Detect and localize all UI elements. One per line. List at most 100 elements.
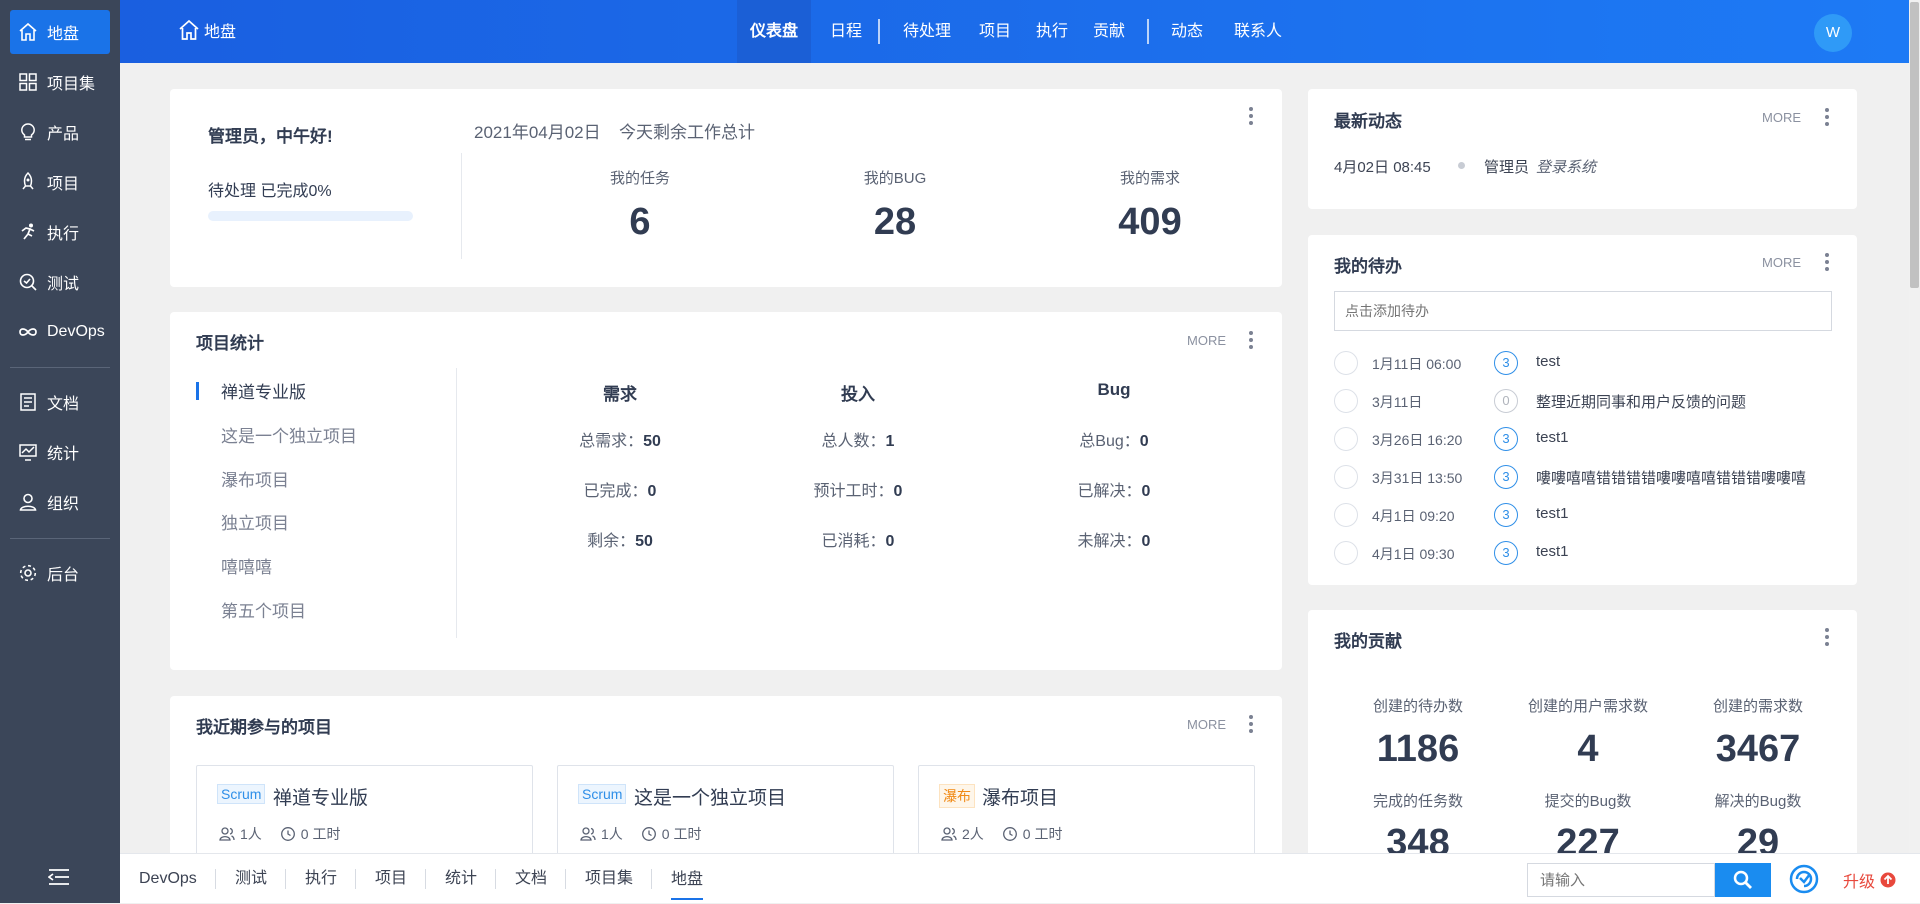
panel-menu-icon[interactable] [1824, 251, 1830, 273]
my-bugs-count[interactable]: 28 [825, 201, 965, 244]
taskbar-separator [355, 869, 356, 889]
project-list-item[interactable]: 瀑布项目 [221, 466, 289, 491]
recent-projects-more-link[interactable]: MORE [1187, 717, 1226, 732]
stat-label: 总Bug： [1079, 433, 1140, 450]
todo-date: 4月1日 09:30 [1372, 546, 1455, 562]
sidebar-item-execution[interactable]: 执行 [10, 210, 110, 254]
todo-date: 4月1日 09:20 [1372, 508, 1455, 524]
divider [456, 368, 457, 638]
nav-todo[interactable]: 待处理 [896, 0, 958, 63]
todo-text[interactable]: test1 [1536, 543, 1569, 560]
todo-checkbox[interactable] [1334, 427, 1358, 451]
sidebar-item-dashboard[interactable]: 地盘 [10, 10, 110, 54]
sidebar-item-program[interactable]: 项目集 [10, 60, 110, 104]
panel-menu-icon[interactable] [1824, 626, 1830, 648]
sidebar-item-doc[interactable]: 文档 [10, 380, 110, 424]
panel-menu-icon[interactable] [1248, 329, 1254, 351]
contrib-label: 完成的任务数 [1372, 793, 1463, 810]
project-list-item[interactable]: 这是一个独立项目 [221, 422, 357, 447]
collapse-menu-icon[interactable] [47, 868, 70, 886]
activity-title: 最新动态 [1334, 112, 1402, 131]
add-todo-input[interactable] [1334, 291, 1832, 331]
app-switch-icon[interactable] [1789, 864, 1819, 894]
search-input[interactable] [1527, 863, 1715, 897]
stat-value: 50 [643, 433, 661, 450]
home-icon [19, 22, 37, 41]
sidebar-divider [10, 367, 110, 368]
sidebar-item-label: 组织 [47, 496, 80, 513]
my-stories-count[interactable]: 409 [1080, 201, 1220, 244]
nav-dynamic[interactable]: 动态 [1165, 0, 1209, 63]
page-scrollbar-thumb[interactable] [1910, 2, 1919, 288]
project-list-item[interactable]: 第五个项目 [221, 597, 306, 622]
nav-contribution[interactable]: 贡献 [1087, 0, 1131, 63]
sidebar-item-label: 后台 [47, 567, 80, 584]
taskbar-separator [565, 869, 566, 889]
project-card[interactable]: Scrum 禅道专业版 1人 0 工时 [196, 765, 533, 860]
nav-project[interactable]: 项目 [973, 0, 1017, 63]
stat-total-stories: 总需求：50 [520, 427, 720, 451]
taskbar-item-doc[interactable]: 文档 [515, 854, 547, 904]
panel-menu-icon[interactable] [1248, 105, 1254, 127]
project-card-name[interactable]: 瀑布项目 [982, 783, 1058, 810]
todo-text[interactable]: test [1536, 353, 1560, 370]
project-card[interactable]: 瀑布 瀑布项目 2人 0 工时 [918, 765, 1255, 860]
activity-more-link[interactable]: MORE [1762, 110, 1801, 125]
taskbar-item-stats[interactable]: 统计 [445, 854, 477, 904]
nav-execution[interactable]: 执行 [1030, 0, 1074, 63]
activity-action[interactable]: 登录系统 [1536, 156, 1596, 177]
sidebar-item-devops[interactable]: DevOps [10, 310, 110, 354]
nav-calendar[interactable]: 日程 [823, 0, 869, 63]
todo-text[interactable]: test1 [1536, 429, 1569, 446]
todo-text[interactable]: test1 [1536, 505, 1569, 522]
taskbar-item-project[interactable]: 项目 [375, 854, 407, 904]
todo-text[interactable]: 嘍嘍嘻嘻错错错错嘍嘍嘻嘻错错错嘍嘍嘻 [1536, 467, 1846, 488]
todo-checkbox[interactable] [1334, 503, 1358, 527]
sidebar-item-admin[interactable]: 后台 [10, 551, 110, 595]
remaining-work-label: 今天剩余工作总计 [619, 123, 755, 142]
recent-projects-title: 我近期参与的项目 [196, 718, 332, 737]
sidebar-item-label: 项目 [47, 176, 80, 193]
project-type-tag: 瀑布 [939, 784, 975, 808]
project-card[interactable]: Scrum 这是一个独立项目 1人 0 工时 [557, 765, 894, 860]
todo-checkbox[interactable] [1334, 351, 1358, 375]
search-button[interactable] [1715, 863, 1771, 897]
nav-dashboard[interactable]: 仪表盘 [737, 0, 811, 63]
contrib-value: 1186 [1376, 728, 1460, 770]
sidebar-item-stats[interactable]: 统计 [10, 430, 110, 474]
user-avatar[interactable]: W [1814, 14, 1852, 52]
pending-progress-bar [208, 211, 413, 221]
stats-column-header: 投入 [841, 385, 875, 404]
taskbar-item-devops[interactable]: DevOps [139, 854, 197, 904]
sidebar-item-product[interactable]: 产品 [10, 110, 110, 154]
panel-menu-icon[interactable] [1824, 106, 1830, 128]
taskbar-item-program[interactable]: 项目集 [585, 854, 633, 904]
topbar-home[interactable]: 地盘 [178, 18, 236, 42]
project-card-name[interactable]: 这是一个独立项目 [634, 783, 786, 810]
my-tasks-count[interactable]: 6 [570, 201, 710, 244]
my-bugs-label: 我的BUG [863, 170, 927, 187]
people-icon [941, 827, 957, 841]
nav-contacts[interactable]: 联系人 [1228, 0, 1288, 63]
project-card-name[interactable]: 禅道专业版 [273, 783, 368, 810]
sidebar-item-test[interactable]: 测试 [10, 260, 110, 304]
sidebar-item-project[interactable]: 项目 [10, 160, 110, 204]
todo-more-link[interactable]: MORE [1762, 255, 1801, 270]
stat-label: 已完成： [583, 483, 648, 500]
project-list-item[interactable]: 嘻嘻嘻 [221, 553, 272, 578]
taskbar-item-execution[interactable]: 执行 [305, 854, 337, 904]
todo-checkbox[interactable] [1334, 541, 1358, 565]
arrow-up-icon [1880, 872, 1896, 888]
panel-menu-icon[interactable] [1248, 713, 1254, 735]
stat-label: 预计工时： [813, 483, 894, 500]
taskbar-item-test[interactable]: 测试 [235, 854, 267, 904]
upgrade-link[interactable]: 升级 [1843, 868, 1896, 892]
project-list-item[interactable]: 禅道专业版 [221, 378, 306, 403]
project-list-item[interactable]: 独立项目 [221, 509, 289, 534]
todo-checkbox[interactable] [1334, 389, 1358, 413]
todo-text[interactable]: 整理近期同事和用户反馈的问题 [1536, 391, 1746, 412]
project-stats-more-link[interactable]: MORE [1187, 333, 1226, 348]
sidebar-item-org[interactable]: 组织 [10, 480, 110, 524]
todo-checkbox[interactable] [1334, 465, 1358, 489]
taskbar-item-dashboard[interactable]: 地盘 [671, 858, 704, 900]
